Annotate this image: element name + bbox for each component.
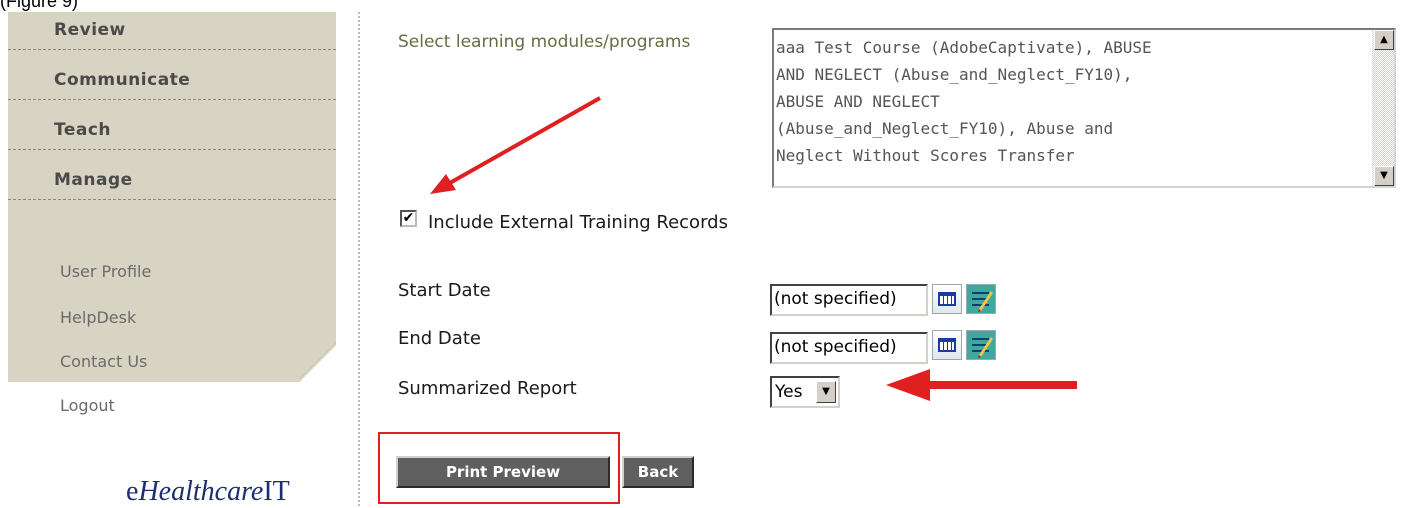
arrow-to-checkbox (430, 96, 601, 194)
annotation-arrows (430, 96, 1077, 401)
arrow-to-summarized (886, 369, 1077, 401)
